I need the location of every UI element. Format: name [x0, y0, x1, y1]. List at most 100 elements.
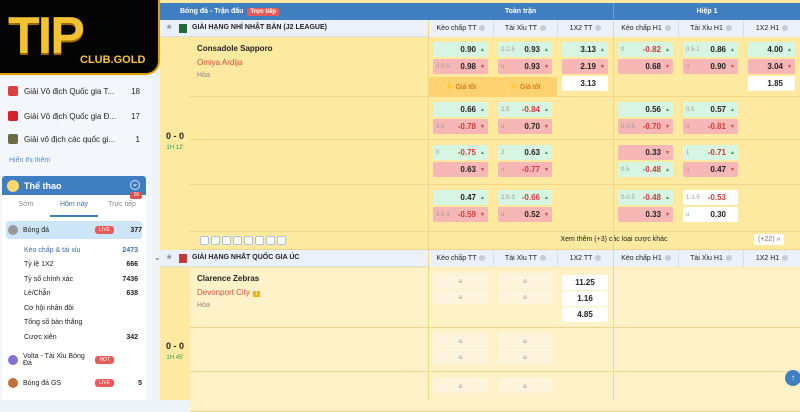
show-more-link[interactable]: Hiển thị thêm [9, 157, 50, 164]
locked-cell: 🔒︎ [433, 349, 488, 364]
match-time: 1H 12' [166, 145, 184, 151]
odds-cell[interactable]: 0-0.5 -0.48 ▲ [618, 190, 673, 205]
arrow-down-icon: ▼ [544, 63, 549, 70]
odds-cell[interactable]: 2-2.5 0.93 ▲ [498, 42, 552, 57]
league-item[interactable]: Giải Vô địch Quốc gia Đ... 17 [8, 106, 140, 126]
odds-cell[interactable]: 0.47 ▲ [433, 190, 488, 205]
odds-cell[interactable]: 1.85 [748, 76, 795, 91]
odds-cell[interactable]: 1 -0.71 ▲ [683, 145, 738, 160]
coin-icon[interactable] [277, 236, 286, 245]
home-team[interactable]: Consadole Sapporo [197, 44, 273, 53]
odds-cell[interactable]: 0.5 0.57 ▲ [683, 102, 738, 117]
odds-cell[interactable]: u -0.77 ▼ [498, 162, 552, 177]
odds-cell[interactable]: 0.5 -0.78 ▼ [433, 119, 488, 134]
odds-cell[interactable]: 0.68 ▼ [618, 59, 673, 74]
arrow-down-icon: ▼ [665, 63, 670, 70]
sport-volta[interactable]: Volta - Tài Xỉu Bóng Đá HOT [6, 351, 142, 369]
odds-cell[interactable]: 0.5-1 -0.59 ▼ [433, 207, 488, 222]
odds-cell[interactable]: 0.33 ▼ [618, 145, 673, 160]
odds-cell[interactable]: 2.5 -0.84 ▲ [498, 102, 552, 117]
odds-cell[interactable]: 0-0.5 0.98 ▼ [433, 59, 488, 74]
odds-cell[interactable]: u -0.81 ▼ [683, 119, 738, 134]
odds-cell[interactable]: 0.90 ▲ [433, 42, 488, 57]
star-icon[interactable] [200, 236, 209, 245]
handicap-line: u [501, 123, 505, 130]
tab-live[interactable]: Trực tiếp 26 [98, 192, 146, 217]
more-bets-link[interactable]: Xem thêm (+3) các loại cược khác [428, 236, 800, 243]
fire-icon[interactable] [266, 236, 275, 245]
draw-label: Hòa [197, 302, 210, 309]
odds-value: -0.71 [707, 148, 726, 157]
sidebar: TIP CLUB.GOLD Giải Vô địch Quốc gia T... 1… [0, 0, 160, 400]
odds-cell[interactable]: u 0.70 ▼ [498, 119, 552, 134]
odds-cell[interactable]: 2 0.63 ▲ [498, 145, 552, 160]
sport-football-gs[interactable]: Bóng đá GS LIVE 5 [6, 374, 142, 392]
logo[interactable]: TIP CLUB.GOLD [0, 0, 160, 75]
odds-cell[interactable]: 3.04 ▼ [748, 59, 795, 74]
odds-cell[interactable]: 0 -0.82 ▲ [618, 42, 673, 57]
collapse-chevron-icon[interactable]: ⌄ [154, 253, 161, 262]
collapse-chevron-icon[interactable]: ⌄ [130, 180, 140, 190]
odds-cell[interactable]: 0-0.5 -0.70 ▼ [618, 119, 673, 134]
odds-value: 0.68 [645, 62, 661, 71]
sub-menu-item[interactable]: Lẻ/Chẵn 638 [24, 287, 138, 301]
star-icon[interactable]: ★ [166, 23, 172, 31]
odds-cell[interactable]: 2.5-3 -0.66 ▲ [498, 190, 552, 205]
odds-cell[interactable]: 0 -0.75 ▲ [433, 145, 488, 160]
odds-cell[interactable]: 0.66 ▲ [433, 102, 488, 117]
sub-menu-item[interactable]: Tổng số bàn thắng [24, 316, 138, 330]
arrow-up-icon: ▲ [730, 106, 735, 113]
tab-today[interactable]: Hôm nay [50, 195, 98, 217]
sub-menu-item[interactable]: Kèo chấp & tài xỉu 2473 [24, 243, 138, 257]
odds-cell[interactable]: 0.33 ▼ [618, 207, 673, 222]
league-item[interactable]: Giải Vô địch Quốc gia T... 18 [8, 81, 140, 101]
league-header[interactable]: ★ GIẢI HẠNG NHÌ NHẬT BẢN (J2 LEAGUE) Kèo c… [160, 20, 800, 37]
star-icon[interactable]: ★ [166, 253, 172, 261]
odds-value: -0.70 [642, 122, 661, 131]
odds-cell[interactable]: 11.25 [562, 275, 608, 290]
odds-cell[interactable]: 3.13 ▲ [562, 42, 608, 57]
odds-cell[interactable]: 3.13 [562, 76, 608, 91]
more-count-button[interactable]: (+22) » [754, 234, 785, 245]
away-team[interactable]: Devonport City 1 [197, 288, 261, 297]
sub-menu-item[interactable]: Cơ hội nhân đôi [24, 301, 138, 315]
odds-cell[interactable]: 0.63 ▼ [433, 162, 488, 177]
sport-football[interactable]: Bóng đá LIVE 377 [6, 221, 142, 239]
odds-cell[interactable]: 2.19 ▼ [562, 59, 608, 74]
odds-cell[interactable]: 1-1.5 -0.53 [683, 190, 738, 205]
arrow-down-icon: ▼ [665, 211, 670, 218]
target-icon[interactable] [255, 236, 264, 245]
arrow-down-icon: ▼ [480, 211, 485, 218]
stats-icon[interactable] [233, 236, 242, 245]
sub-menu-item[interactable]: Tỷ lệ 1X2 666 [24, 258, 138, 272]
odds-cell[interactable]: u 0.90 ▼ [683, 59, 738, 74]
sub-menu-item[interactable]: Tỷ số chính xác 7436 [24, 272, 138, 286]
eye-icon[interactable] [222, 236, 231, 245]
odds-cell[interactable]: 0.5-1 0.86 ▲ [683, 42, 738, 57]
tab-early[interactable]: Sớm [2, 195, 50, 217]
odds-cell[interactable]: u 0.30 [683, 207, 738, 222]
away-team[interactable]: Omiya Ardija [197, 58, 242, 67]
odds-cell[interactable]: 4.00 ▲ [748, 42, 795, 57]
best-price-badge[interactable]: ⚡ Giá tốt [493, 77, 557, 97]
odds-cell[interactable]: 1.16 [562, 291, 608, 306]
best-price-badge[interactable]: ⚡ Giá tốt [428, 77, 493, 97]
home-team[interactable]: Clarence Zebras [197, 274, 259, 283]
odds-value: -0.84 [521, 105, 540, 114]
odds-value: -0.66 [521, 193, 540, 202]
save-icon[interactable] [211, 236, 220, 245]
odds-cell[interactable]: u 0.52 ▼ [498, 207, 552, 222]
board-icon[interactable] [244, 236, 253, 245]
scroll-top-button[interactable]: ↑ [785, 370, 800, 386]
sub-menu-label: Lẻ/Chẵn [24, 290, 51, 297]
league-header[interactable]: ★ GIẢI HẠNG NHẤT QUỐC GIA ÚC Kèo chấp TT Tà… [160, 250, 800, 267]
odds-cell[interactable]: 0.56 ▲ [618, 102, 673, 117]
odds-cell[interactable]: 0.5 -0.48 ▲ [618, 162, 673, 177]
odds-cell[interactable]: u 0.47 ▼ [683, 162, 738, 177]
odds-cell[interactable]: 4.85 [562, 307, 608, 322]
sports-header[interactable]: Thể thao ⌄ [2, 176, 146, 195]
sub-menu-count: 666 [126, 261, 138, 268]
sub-menu-item[interactable]: Cược xiên 342 [24, 330, 138, 344]
league-item[interactable]: Giải vô địch các quốc gi... 1 [8, 129, 140, 149]
odds-cell[interactable]: u 0.93 ▼ [498, 59, 552, 74]
